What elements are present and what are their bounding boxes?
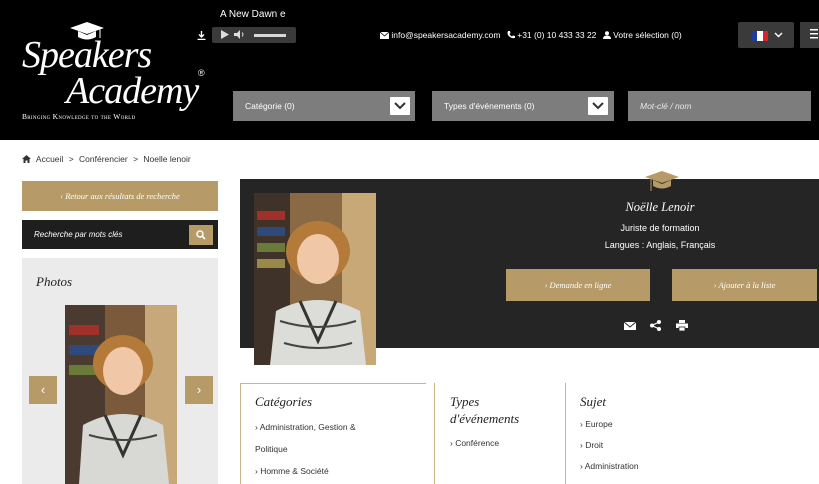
email-icon[interactable] xyxy=(623,318,637,330)
logo-tagline: Bringing Knowledge to the World xyxy=(22,112,136,121)
subject-link[interactable]: › Europe xyxy=(580,414,680,435)
breadcrumb-speakers[interactable]: Conférencier xyxy=(79,154,128,164)
breadcrumb-separator: > xyxy=(68,154,74,164)
site-header: Speakers Academy ® Bringing Knowledge to… xyxy=(0,0,819,140)
speaker-photo-thumbnail[interactable] xyxy=(65,305,177,484)
registered-mark: ® xyxy=(198,68,205,78)
contact-phone[interactable]: +31 (0) 10 433 33 22 xyxy=(517,30,596,40)
keyword-search-button[interactable] xyxy=(189,225,213,245)
search-icon xyxy=(196,230,206,240)
site-logo[interactable]: Speakers Academy ® Bringing Knowledge to… xyxy=(22,22,222,132)
menu-button[interactable] xyxy=(800,22,819,48)
envelope-icon xyxy=(379,31,390,39)
event-types-title-line2: d'événements xyxy=(450,411,520,426)
french-flag-icon xyxy=(752,31,768,41)
subject-title: Sujet xyxy=(580,394,606,409)
graduation-cap-icon xyxy=(645,171,679,191)
category-link-continued[interactable]: Politique xyxy=(255,438,427,460)
subject-column: Sujet › Europe › Droit › Administration xyxy=(580,393,680,477)
contact-email-link[interactable]: info@speakersacademy.com xyxy=(391,30,500,40)
category-link[interactable]: › Homme & Société xyxy=(255,460,427,482)
print-icon[interactable] xyxy=(676,318,688,332)
share-icon[interactable] xyxy=(650,318,662,331)
add-to-list-button[interactable]: › Ajouter à la liste xyxy=(672,269,817,301)
breadcrumb-separator: > xyxy=(133,154,139,164)
volume-slider[interactable] xyxy=(254,34,286,37)
language-selector[interactable] xyxy=(738,22,794,48)
category-dropdown-label: Catégorie (0) xyxy=(245,101,295,111)
speaker-profile-header: Noëlle Lenoir Juriste de formation Langu… xyxy=(240,171,819,365)
user-icon xyxy=(602,31,611,39)
breadcrumb-home[interactable]: Accueil xyxy=(36,154,63,164)
subject-link[interactable]: › Droit xyxy=(580,435,680,456)
info-divider xyxy=(565,383,566,484)
chevron-down-icon xyxy=(588,97,608,115)
keyword-search-box[interactable]: Recherche par mots clés xyxy=(22,220,218,249)
categories-column: Catégories › Administration, Gestion & P… xyxy=(255,393,427,482)
keyword-name-input[interactable]: Mot-clé / nom xyxy=(628,91,811,121)
event-type-link[interactable]: › Conférence xyxy=(450,433,560,454)
photos-panel: Photos ‹ › xyxy=(22,258,218,484)
hamburger-icon xyxy=(810,29,818,39)
event-types-column: Types d'événements › Conférence xyxy=(450,393,560,454)
event-types-title: Types xyxy=(450,394,480,409)
info-divider xyxy=(434,383,435,484)
speaker-languages: Langues : Anglais, Français xyxy=(604,240,716,250)
info-divider xyxy=(240,383,241,484)
phone-icon xyxy=(507,31,515,39)
volume-icon[interactable] xyxy=(234,30,245,39)
photo-next-button[interactable]: › xyxy=(185,376,213,404)
breadcrumb-current: Noelle lenoir xyxy=(143,154,191,164)
event-types-dropdown[interactable]: Types d'événements (0) xyxy=(432,91,614,121)
share-actions xyxy=(623,318,688,332)
category-link[interactable]: › Administration, Gestion & xyxy=(255,416,427,438)
home-icon[interactable] xyxy=(22,155,31,163)
audio-player[interactable] xyxy=(212,27,296,43)
keyword-name-placeholder: Mot-clé / nom xyxy=(640,101,692,111)
event-types-dropdown-label: Types d'événements (0) xyxy=(444,101,535,111)
download-icon[interactable] xyxy=(197,31,206,43)
logo-text-academy: Academy xyxy=(66,70,199,112)
audio-track-title: A New Dawn e xyxy=(220,9,286,20)
chevron-down-icon xyxy=(390,97,410,115)
speaker-photo xyxy=(254,193,376,365)
chevron-down-icon xyxy=(774,32,783,38)
selection-link[interactable]: Votre sélection (0) xyxy=(613,30,682,40)
breadcrumb: Accueil > Conférencier > Noelle lenoir xyxy=(22,154,194,164)
contact-bar: info@speakersacademy.com +31 (0) 10 433 … xyxy=(379,30,686,40)
info-top-divider xyxy=(240,383,426,384)
category-dropdown[interactable]: Catégorie (0) xyxy=(233,91,415,121)
speaker-name: Noëlle Lenoir xyxy=(625,200,695,214)
online-request-button[interactable]: › Demande en ligne xyxy=(506,269,650,301)
back-to-results-button[interactable]: ‹ Retour aux résultats de recherche xyxy=(22,181,218,211)
photo-prev-button[interactable]: ‹ xyxy=(29,376,57,404)
logo-text-speakers: Speakers xyxy=(22,34,152,76)
speaker-role: Juriste de formation xyxy=(620,223,700,233)
photos-title: Photos xyxy=(36,274,73,289)
play-icon[interactable] xyxy=(220,30,229,39)
subject-link[interactable]: › Administration xyxy=(580,456,680,477)
keyword-search-label: Recherche par mots clés xyxy=(34,230,123,239)
categories-title: Catégories xyxy=(255,394,313,409)
